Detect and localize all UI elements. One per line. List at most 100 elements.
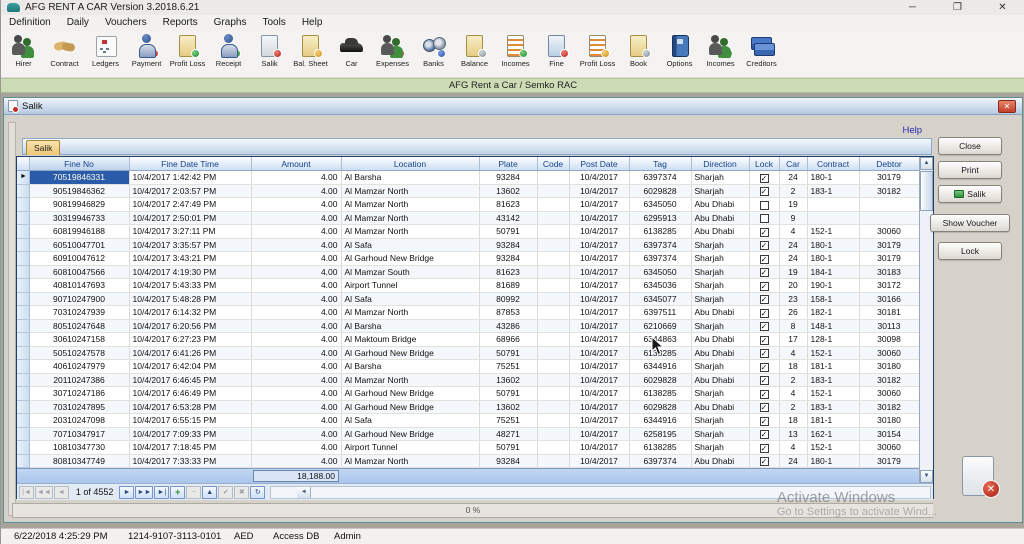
cell-tag[interactable]: 6138285 — [629, 224, 692, 239]
table-row[interactable]: 40610247979 10/4/2017 6:42:04 PM 4.00 Al Ba… — [17, 359, 920, 374]
cell-code[interactable] — [537, 184, 570, 198]
cell-car[interactable]: 13 — [779, 427, 808, 441]
column-header-tag[interactable]: Tag — [629, 157, 692, 171]
column-header-contract[interactable]: Contract — [807, 157, 860, 171]
tab-salik[interactable]: Salik — [26, 140, 61, 155]
cell-direction[interactable]: Abu Dhabi — [691, 373, 750, 387]
cell-lock[interactable]: ✓ — [749, 251, 780, 266]
toolbar-car[interactable]: Car — [331, 31, 372, 77]
cell-code[interactable] — [537, 319, 570, 333]
cell-amount[interactable]: 4.00 — [251, 305, 342, 320]
lock-checkbox[interactable]: ✓ — [759, 335, 769, 345]
table-row[interactable]: 80810347749 10/4/2017 7:33:33 PM 4.00 Al Ma… — [17, 454, 920, 468]
cell-location[interactable]: Al Barsha — [341, 319, 480, 333]
nav-insert-button[interactable]: + — [170, 485, 186, 499]
lock-checkbox[interactable]: ✓ — [759, 376, 769, 385]
cell-plate[interactable]: 50791 — [479, 440, 538, 455]
cell-amount[interactable]: 4.00 — [251, 440, 342, 455]
cell-tag[interactable]: 6397374 — [629, 238, 692, 252]
cell-car[interactable]: 8 — [779, 319, 808, 333]
toolbar-payment[interactable]: Payment — [126, 31, 167, 77]
cell-car[interactable]: 24 — [779, 454, 808, 468]
cell-debtor[interactable]: 30098 — [859, 332, 920, 347]
nav-refresh-button[interactable]: ↻ — [250, 485, 266, 499]
table-row[interactable]: 30319946733 10/4/2017 2:50:01 PM 4.00 Al Ma… — [17, 211, 920, 225]
cell-code[interactable] — [537, 346, 570, 360]
cell-post-date[interactable]: 10/4/2017 — [569, 197, 630, 212]
cell-location[interactable]: Al Mamzar North — [341, 373, 480, 387]
toolbar-receipt[interactable]: Receipt — [208, 31, 249, 77]
cell-code[interactable] — [537, 278, 570, 293]
cell-location[interactable]: Al Garhoud New Bridge — [341, 386, 480, 401]
lock-checkbox[interactable]: ✓ — [759, 362, 769, 372]
cell-amount[interactable]: 4.00 — [251, 454, 342, 468]
cell-car[interactable]: 19 — [779, 265, 808, 279]
toolbar-expenses[interactable]: Expenses — [372, 31, 413, 77]
cell-tag[interactable]: 6397374 — [629, 454, 692, 468]
cell-fine-no[interactable]: 70710347917 — [29, 427, 130, 441]
cell-code[interactable] — [537, 292, 570, 306]
cell-debtor[interactable]: 30182 — [859, 400, 920, 414]
cell-amount[interactable]: 4.00 — [251, 400, 342, 414]
cell-amount[interactable]: 4.00 — [251, 211, 342, 225]
cell-direction[interactable]: Abu Dhabi — [691, 346, 750, 360]
lock-checkbox[interactable]: ✓ — [759, 403, 769, 412]
cell-fine-no[interactable]: 70310247895 — [29, 400, 130, 414]
cell-car[interactable]: 20 — [779, 278, 808, 293]
cell-debtor[interactable] — [859, 211, 920, 225]
cell-amount[interactable]: 4.00 — [251, 413, 342, 428]
cell-fine-date-time[interactable]: 10/4/2017 3:27:11 PM — [129, 224, 252, 239]
row-selector[interactable] — [17, 346, 30, 360]
cell-plate[interactable]: 93284 — [479, 238, 538, 252]
cell-plate[interactable]: 80992 — [479, 292, 538, 306]
cell-post-date[interactable]: 10/4/2017 — [569, 170, 630, 185]
lock-checkbox[interactable]: ✓ — [759, 295, 769, 304]
lock-checkbox[interactable]: ✓ — [759, 443, 769, 453]
column-header-direction[interactable]: Direction — [691, 157, 750, 171]
cell-tag[interactable]: 6345050 — [629, 265, 692, 279]
cell-lock[interactable]: ✓ — [749, 427, 780, 441]
cell-lock[interactable]: ✓ — [749, 292, 780, 306]
cell-amount[interactable]: 4.00 — [251, 319, 342, 333]
row-selector[interactable] — [17, 238, 30, 252]
row-selector[interactable] — [17, 211, 30, 225]
cell-amount[interactable]: 4.00 — [251, 292, 342, 306]
cell-amount[interactable]: 4.00 — [251, 238, 342, 252]
row-selector[interactable] — [17, 400, 30, 414]
cell-car[interactable]: 19 — [779, 197, 808, 212]
cell-lock[interactable]: ✓ — [749, 386, 780, 401]
cell-debtor[interactable]: 30166 — [859, 292, 920, 306]
menu-item-definition[interactable]: Definition — [1, 15, 59, 31]
column-header-plate[interactable]: Plate — [479, 157, 538, 171]
toolbar-book[interactable]: Book — [618, 31, 659, 77]
cell-tag[interactable]: 6397511 — [629, 305, 692, 320]
cell-fine-date-time[interactable]: 10/4/2017 5:43:33 PM — [129, 278, 252, 293]
cell-fine-date-time[interactable]: 10/4/2017 6:27:23 PM — [129, 332, 252, 347]
toolbar-profit-loss-2[interactable]: Profit Loss — [577, 31, 618, 77]
cell-location[interactable]: Al Safa — [341, 292, 480, 306]
nav-next-page-button[interactable]: ►► — [135, 485, 154, 499]
row-selector[interactable] — [17, 184, 30, 198]
column-header-post-date[interactable]: Post Date — [569, 157, 630, 171]
cell-tag[interactable]: 6210669 — [629, 319, 692, 333]
cell-debtor[interactable]: 30154 — [859, 427, 920, 441]
cell-location[interactable]: Al Mamzar North — [341, 197, 480, 212]
cell-fine-no[interactable]: 70519846331 — [29, 170, 130, 185]
cell-direction[interactable]: Sharjah — [691, 427, 750, 441]
cell-lock[interactable]: ✓ — [749, 305, 780, 320]
cell-tag[interactable]: 6344916 — [629, 359, 692, 374]
menu-item-reports[interactable]: Reports — [155, 15, 206, 31]
cell-direction[interactable]: Sharjah — [691, 319, 750, 333]
table-row[interactable]: 70310247939 10/4/2017 6:14:32 PM 4.00 Al Ma… — [17, 305, 920, 320]
cell-lock[interactable]: ✓ — [749, 278, 780, 293]
cell-debtor[interactable]: 30180 — [859, 413, 920, 428]
close-window-icon[interactable]: ✕ — [980, 0, 1024, 15]
cell-plate[interactable]: 13602 — [479, 373, 538, 387]
nav-delete-button[interactable]: − — [186, 485, 202, 499]
scroll-left-icon[interactable]: ◄ — [297, 486, 312, 498]
cell-fine-no[interactable]: 80510247648 — [29, 319, 130, 333]
cell-location[interactable]: Airport Tunnel — [341, 440, 480, 455]
document-cancel-icon[interactable]: ✕ — [960, 454, 1000, 498]
cell-code[interactable] — [537, 265, 570, 279]
cell-fine-no[interactable]: 30319946733 — [29, 211, 130, 225]
